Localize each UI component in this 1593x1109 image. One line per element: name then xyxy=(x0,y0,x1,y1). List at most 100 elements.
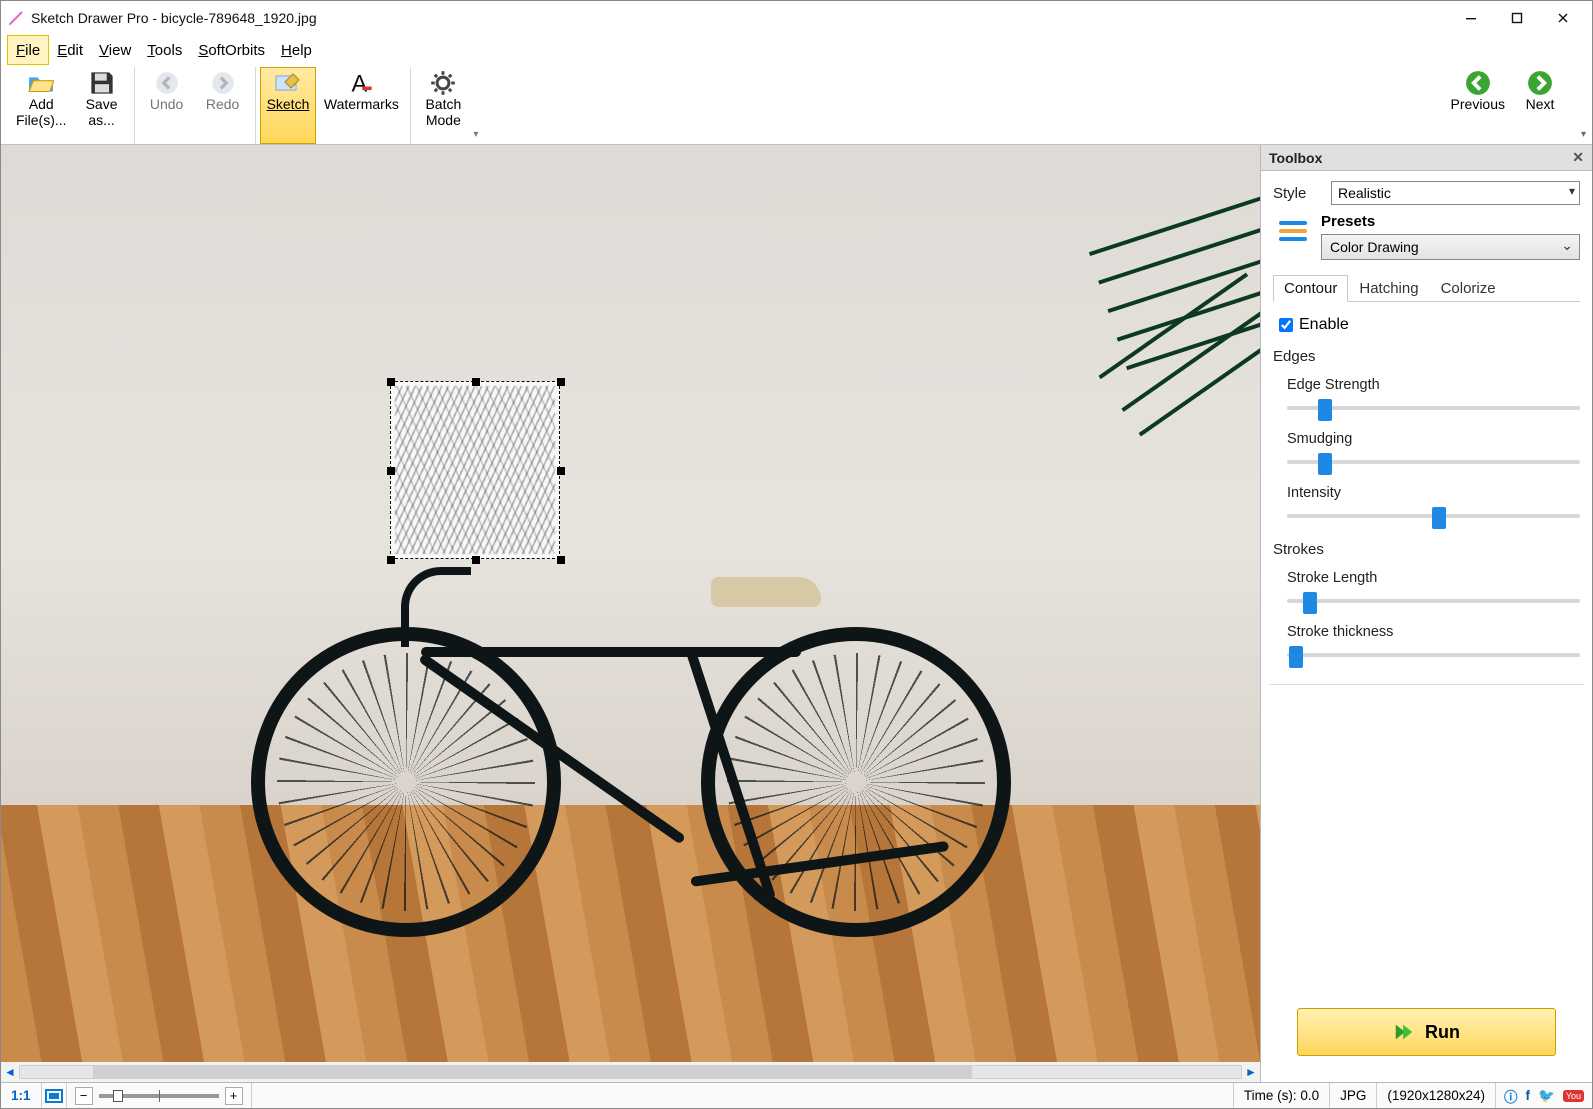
close-button[interactable] xyxy=(1540,2,1586,34)
next-label: Next xyxy=(1526,96,1555,112)
scroll-track[interactable] xyxy=(19,1065,1242,1079)
stroke-thickness-label: Stroke thickness xyxy=(1287,624,1580,640)
fit-screen-button[interactable] xyxy=(42,1083,67,1108)
app-window: Sketch Drawer Pro - bicycle-789648_1920.… xyxy=(0,0,1593,1109)
chevron-down-icon[interactable]: ▾ xyxy=(471,129,480,144)
window-title: Sketch Drawer Pro - bicycle-789648_1920.… xyxy=(31,10,1448,26)
scroll-thumb[interactable] xyxy=(93,1066,972,1078)
arrow-left-icon xyxy=(1465,72,1491,94)
save-as-button[interactable]: Saveas... xyxy=(74,67,130,144)
edge-strength-slider[interactable] xyxy=(1287,397,1580,419)
scroll-right-icon[interactable]: ► xyxy=(1242,1063,1260,1081)
selection-handle[interactable] xyxy=(557,556,565,564)
presets-label: Presets xyxy=(1321,213,1580,230)
menu-softorbits[interactable]: SoftOrbits xyxy=(190,35,273,65)
menu-view[interactable]: View xyxy=(91,35,139,65)
presets-box: Presets Color Drawing xyxy=(1273,213,1580,260)
zoom-slider[interactable] xyxy=(99,1094,219,1098)
toolbox-panel: Toolbox ✕ Style Realistic xyxy=(1260,145,1592,1082)
redo-button[interactable]: Redo xyxy=(195,67,251,144)
info-icon[interactable]: ⓘ xyxy=(1504,1086,1518,1106)
sketch-button[interactable]: Sketch xyxy=(260,67,317,144)
intensity-thumb[interactable] xyxy=(1432,507,1446,529)
stroke-length-block: Stroke Length xyxy=(1287,570,1580,612)
selection-handle[interactable] xyxy=(472,378,480,386)
smudging-slider[interactable] xyxy=(1287,451,1580,473)
sliders-icon xyxy=(1273,213,1313,249)
selection-handle[interactable] xyxy=(472,556,480,564)
tab-hatching[interactable]: Hatching xyxy=(1348,275,1429,302)
watermarks-button[interactable]: A Watermarks xyxy=(316,67,406,144)
stroke-length-label: Stroke Length xyxy=(1287,570,1580,586)
stroke-length-slider[interactable] xyxy=(1287,590,1580,612)
selection-rectangle[interactable] xyxy=(390,381,560,559)
menu-help[interactable]: Help xyxy=(273,35,320,65)
app-icon xyxy=(7,9,25,27)
batch-mode-button[interactable]: BatchMode xyxy=(415,67,471,144)
watermarks-icon: A xyxy=(348,72,374,94)
tab-colorize[interactable]: Colorize xyxy=(1430,275,1507,302)
scroll-left-icon[interactable]: ◄ xyxy=(1,1063,19,1081)
run-button[interactable]: Run xyxy=(1297,1008,1556,1056)
minimize-button[interactable] xyxy=(1448,2,1494,34)
toolbox-close-icon[interactable]: ✕ xyxy=(1572,149,1584,166)
zoom-in-button[interactable]: + xyxy=(225,1087,243,1105)
previous-button[interactable]: Previous xyxy=(1444,67,1512,144)
enable-checkbox[interactable] xyxy=(1279,318,1293,332)
menu-file[interactable]: File xyxy=(7,35,49,65)
next-button[interactable]: Next xyxy=(1512,67,1568,144)
status-dimensions: (1920x1280x24) xyxy=(1377,1083,1496,1108)
redo-label: Redo xyxy=(206,96,239,112)
svg-text:A: A xyxy=(352,71,368,96)
intensity-slider[interactable] xyxy=(1287,505,1580,527)
presets-select[interactable]: Color Drawing xyxy=(1321,234,1580,260)
undo-label: Undo xyxy=(150,96,183,112)
stroke-thickness-slider[interactable] xyxy=(1287,644,1580,666)
photo-placeholder xyxy=(1,145,1260,1062)
selection-handle[interactable] xyxy=(557,467,565,475)
zoom-out-button[interactable]: − xyxy=(75,1087,93,1105)
youtube-icon[interactable]: You xyxy=(1563,1090,1584,1102)
zoom-thumb[interactable] xyxy=(113,1090,123,1102)
selection-handle[interactable] xyxy=(387,378,395,386)
canvas-area: ◄ ► xyxy=(1,145,1260,1082)
sketch-preview xyxy=(395,386,555,554)
zoom-ratio[interactable]: 1:1 xyxy=(1,1083,42,1108)
horizontal-scrollbar[interactable]: ◄ ► xyxy=(1,1062,1260,1082)
edge-strength-thumb[interactable] xyxy=(1318,399,1332,421)
divider xyxy=(1269,684,1584,685)
sketch-label: Sketch xyxy=(267,96,310,112)
toolbox-title: Toolbox xyxy=(1269,150,1322,166)
menu-edit[interactable]: Edit xyxy=(49,35,91,65)
selection-handle[interactable] xyxy=(387,556,395,564)
twitter-icon[interactable]: 🐦 xyxy=(1538,1088,1555,1104)
play-icon xyxy=(1393,1021,1415,1043)
facebook-icon[interactable]: f xyxy=(1526,1088,1531,1103)
tab-contour[interactable]: Contour xyxy=(1273,275,1348,302)
toolbox-body: Style Realistic Presets Color Drawing xyxy=(1261,171,1592,1082)
toolbar-overflow-icon[interactable]: ▾ xyxy=(1581,129,1586,140)
add-files-label: AddFile(s)... xyxy=(16,96,67,128)
smudging-thumb[interactable] xyxy=(1318,453,1332,475)
stroke-thickness-block: Stroke thickness xyxy=(1287,624,1580,666)
social-links: ⓘ f 🐦 You xyxy=(1496,1083,1592,1108)
stroke-thickness-thumb[interactable] xyxy=(1289,646,1303,668)
selection-handle[interactable] xyxy=(557,378,565,386)
stroke-length-thumb[interactable] xyxy=(1303,592,1317,614)
presets-value: Color Drawing xyxy=(1330,239,1419,255)
toolbar-group-batch: BatchMode ▾ xyxy=(411,67,484,144)
image-canvas[interactable] xyxy=(1,145,1260,1062)
watermarks-label: Watermarks xyxy=(324,96,399,112)
titlebar: Sketch Drawer Pro - bicycle-789648_1920.… xyxy=(1,1,1592,35)
intensity-block: Intensity xyxy=(1287,485,1580,527)
save-as-label: Saveas... xyxy=(86,96,118,128)
smudging-block: Smudging xyxy=(1287,431,1580,473)
style-select[interactable]: Realistic xyxy=(1331,181,1580,205)
menu-tools[interactable]: Tools xyxy=(139,35,190,65)
maximize-button[interactable] xyxy=(1494,2,1540,34)
undo-button[interactable]: Undo xyxy=(139,67,195,144)
toolbox-header: Toolbox ✕ xyxy=(1261,145,1592,171)
selection-handle[interactable] xyxy=(387,467,395,475)
enable-checkbox-row[interactable]: Enable xyxy=(1279,316,1580,334)
add-files-button[interactable]: AddFile(s)... xyxy=(9,67,74,144)
